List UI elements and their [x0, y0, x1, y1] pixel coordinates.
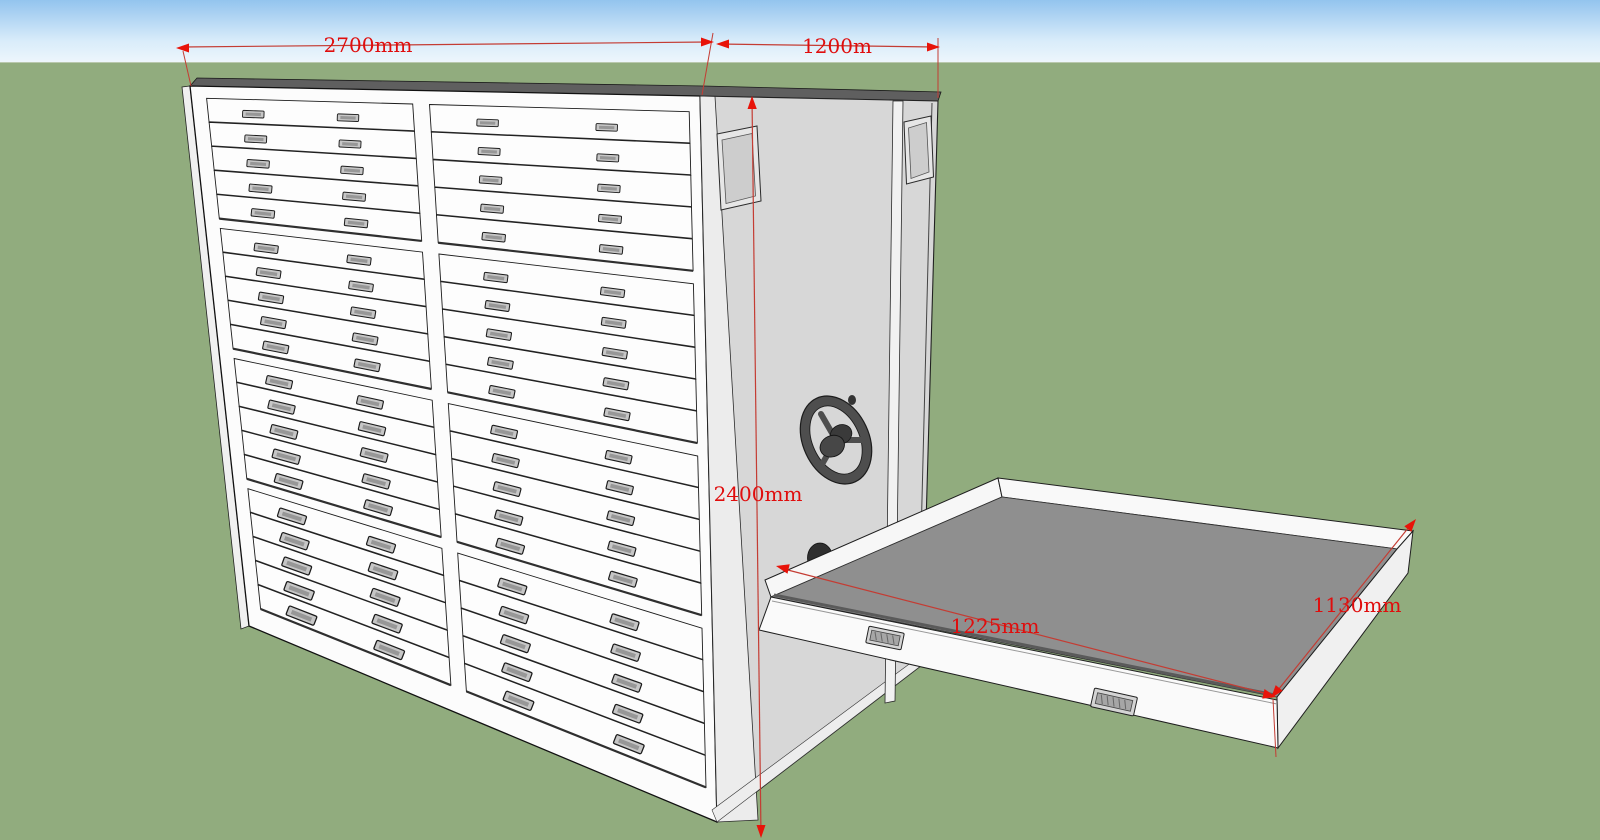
- dim-label-drawer-width: 1225mm: [951, 614, 1040, 638]
- drawer-handle: [479, 176, 502, 185]
- dim-label-drawer-depth: 1130mm: [1313, 593, 1402, 617]
- drawer-handle: [249, 184, 272, 193]
- drawer-handle: [245, 135, 267, 143]
- drawer-handle: [597, 154, 619, 162]
- drawer-handle: [598, 184, 621, 193]
- sky: [0, 0, 1600, 63]
- dim-label-side-depth: 1200m: [802, 34, 872, 58]
- dim-label-height: 2400mm: [714, 482, 803, 506]
- wheel-knob: [848, 395, 856, 405]
- model-viewport[interactable]: 2700mm 1200m 2400mm 1225mm 1130mm: [0, 0, 1600, 840]
- drawer-handle: [342, 192, 365, 201]
- drawer-handle: [337, 114, 359, 122]
- drawer-handle: [477, 119, 499, 127]
- drawer-handle: [341, 166, 364, 175]
- drawer-handle: [478, 147, 500, 155]
- side-label-frame-left: [717, 126, 761, 210]
- drawer-handle: [598, 214, 621, 223]
- drawer-handle: [480, 204, 503, 213]
- drawer-handle: [247, 159, 270, 168]
- drawer-handle: [242, 110, 264, 118]
- dim-label-front-width: 2700mm: [324, 33, 413, 57]
- side-label-frame-right: [904, 116, 934, 184]
- drawer-handle: [596, 124, 618, 132]
- drawer-handle: [339, 140, 361, 148]
